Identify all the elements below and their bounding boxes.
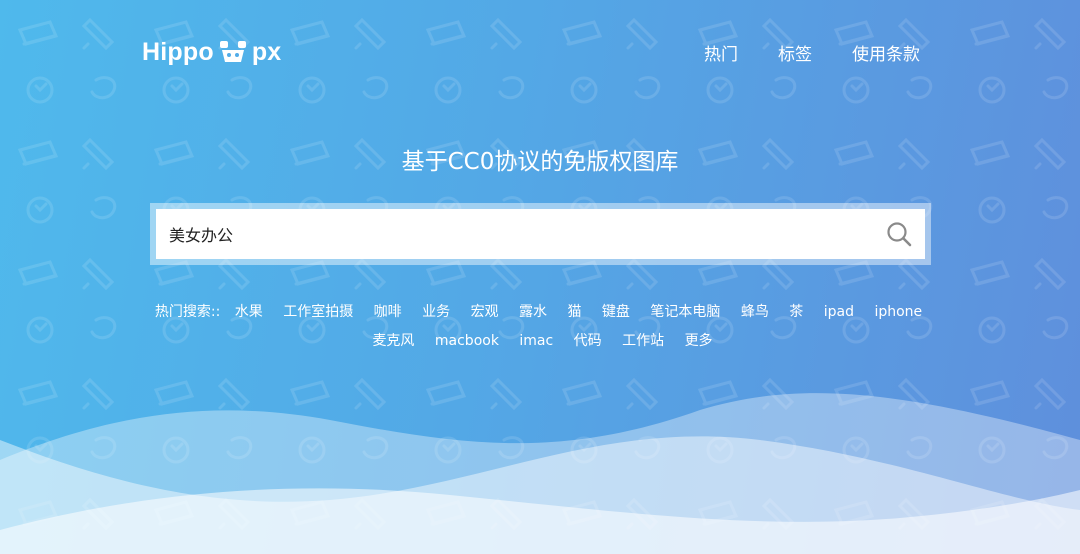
hot-tag-macro[interactable]: 宏观: [471, 298, 499, 327]
logo-text-right: px: [251, 37, 282, 66]
hippo-logo-icon: [219, 41, 246, 62]
hot-searches: 热门搜索:: 水果 工作室拍摄 咖啡 业务 宏观 露水 猫 键盘 笔记本电脑 蜂…: [140, 298, 945, 356]
hot-tag-keyboard[interactable]: 键盘: [602, 298, 630, 327]
hot-tag-imac[interactable]: imac: [519, 327, 553, 356]
hot-search-label: 热门搜索::: [154, 304, 221, 320]
hot-tag-cat[interactable]: 猫: [567, 298, 581, 327]
logo[interactable]: Hippo px: [142, 36, 281, 68]
nav-item-hot[interactable]: 热门: [704, 40, 738, 65]
hot-tag-more[interactable]: 更多: [685, 327, 713, 356]
hot-tag-microphone[interactable]: 麦克风: [372, 327, 414, 356]
hot-tag-workstation[interactable]: 工作站: [622, 327, 664, 356]
page-tagline: 基于CC0协议的免版权图库: [401, 149, 679, 175]
hot-tag-business[interactable]: 业务: [422, 298, 450, 327]
hot-tag-dew[interactable]: 露水: [519, 298, 547, 327]
hot-tag-hummingbird[interactable]: 蜂鸟: [741, 298, 769, 327]
hot-tag-code[interactable]: 代码: [574, 327, 602, 356]
hot-tag-ipad[interactable]: ipad: [824, 298, 854, 327]
hot-tag-laptop[interactable]: 笔记本电脑: [650, 298, 720, 327]
logo-text-left: Hippo: [142, 37, 214, 66]
search-box: [156, 209, 925, 259]
search-bar: [150, 203, 931, 265]
hot-tag-iphone[interactable]: iphone: [874, 298, 922, 327]
hot-tag-fruit[interactable]: 水果: [235, 298, 263, 327]
search-input[interactable]: [156, 209, 856, 259]
nav-item-terms[interactable]: 使用条款: [852, 40, 920, 65]
hot-tag-coffee[interactable]: 咖啡: [374, 298, 402, 327]
nav-item-tags[interactable]: 标签: [778, 40, 812, 65]
search-icon[interactable]: [885, 220, 913, 248]
hot-tag-studio[interactable]: 工作室拍摄: [283, 298, 353, 327]
decorative-waves: [0, 393, 1080, 554]
hot-tag-macbook[interactable]: macbook: [435, 327, 499, 356]
header: Hippo px 热门 标签 使用条款: [0, 0, 1080, 104]
top-nav: 热门 标签 使用条款: [704, 40, 920, 65]
hot-tag-tea[interactable]: 茶: [789, 298, 803, 327]
